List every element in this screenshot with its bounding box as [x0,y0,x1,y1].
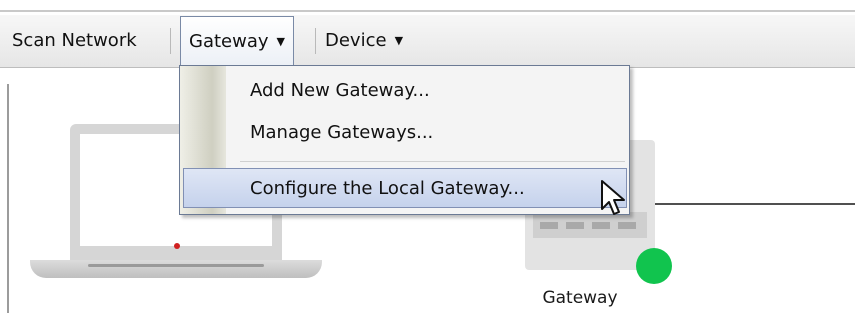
chevron-down-icon: ▼ [394,34,404,47]
menu-item-manage-gateways[interactable]: Manage Gateways... [250,122,433,143]
gateway-port [592,222,610,229]
gateway-port [618,222,636,229]
gateway-connection-line [655,203,855,205]
menu-item-add-new-gateway[interactable]: Add New Gateway... [250,80,430,101]
gateway-port [566,222,584,229]
laptop-base [30,260,322,278]
gateway-port [540,222,558,229]
gateway-menu-label: Gateway [189,31,269,52]
menu-item-configure-local-gateway[interactable]: Configure the Local Gateway... [183,168,627,208]
device-menu-button[interactable]: Device ▼ [325,15,403,67]
menu-item-label: Add New Gateway... [250,80,430,101]
gateway-label: Gateway [542,288,618,308]
laptop-indicator-icon [174,243,180,249]
gateway-menu-button[interactable]: Gateway ▼ [180,16,294,66]
scan-network-button[interactable]: Scan Network [12,15,137,67]
laptop-base-groove [88,264,264,267]
top-divider [0,10,855,12]
gateway-status-indicator [636,248,672,284]
device-menu-label: Device [325,30,387,51]
gateway-dropdown-menu: Add New Gateway... Manage Gateways... Co… [179,65,630,215]
chevron-down-icon: ▼ [276,35,285,48]
menu-separator [240,161,625,162]
menu-item-label: Configure the Local Gateway... [250,178,525,199]
mouse-pointer-icon [601,180,625,215]
canvas-left-border [7,84,9,313]
menu-item-label: Manage Gateways... [250,122,434,143]
toolbar-separator [315,28,316,54]
toolbar-separator [170,28,171,54]
scan-network-label: Scan Network [12,30,137,51]
